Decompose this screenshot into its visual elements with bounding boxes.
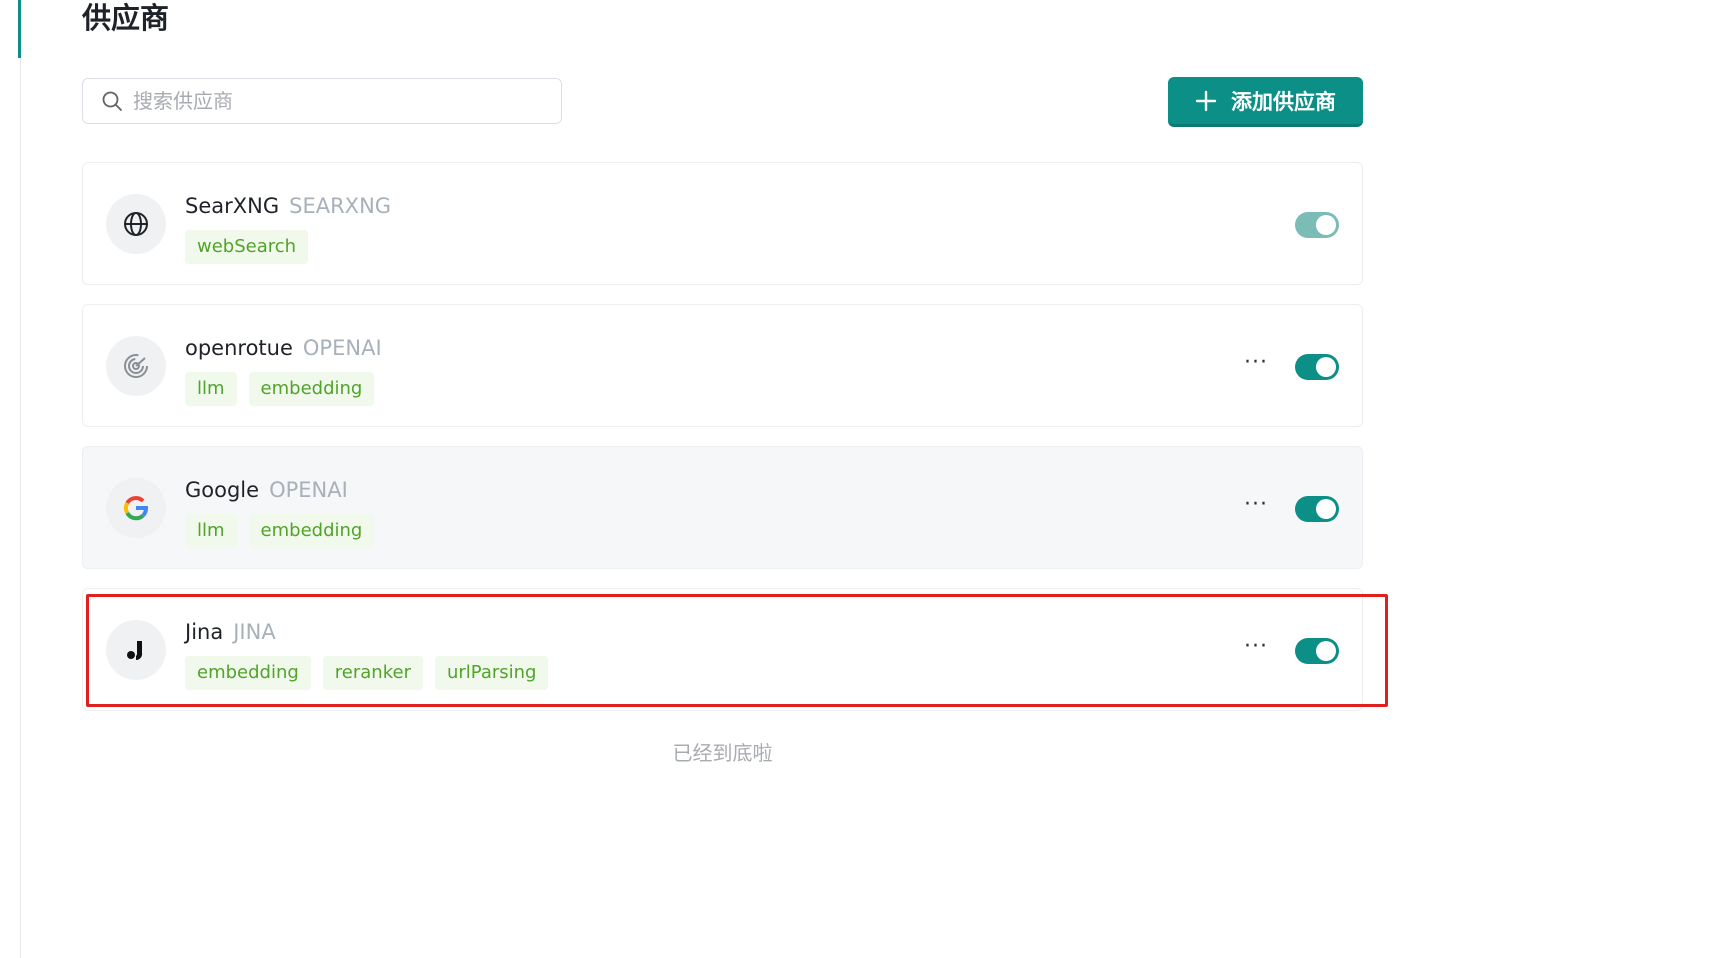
provider-card-openrotue[interactable]: openrotue OPENAI llm embedding ··· bbox=[82, 304, 1363, 427]
provider-title: openrotue OPENAI bbox=[185, 333, 382, 363]
list-end-text: 已经到底啦 bbox=[672, 741, 773, 765]
capability-tag: embedding bbox=[248, 514, 375, 548]
provider-name: Jina bbox=[185, 620, 224, 644]
provider-title: SearXNG SEARXNG bbox=[185, 191, 391, 221]
provider-name: openrotue bbox=[185, 336, 293, 360]
provider-card-searxng[interactable]: SearXNG SEARXNG webSearch bbox=[82, 162, 1363, 285]
add-provider-button[interactable]: 添加供应商 bbox=[1168, 77, 1363, 127]
sidebar-divider bbox=[20, 0, 21, 958]
toggle-knob bbox=[1316, 357, 1336, 377]
search-box[interactable] bbox=[82, 78, 562, 124]
capability-tag: embedding bbox=[185, 656, 311, 690]
capability-tag: embedding bbox=[248, 372, 375, 406]
active-nav-indicator bbox=[18, 0, 21, 58]
capability-tag: reranker bbox=[322, 656, 423, 690]
toggle-knob bbox=[1316, 499, 1336, 519]
provider-avatar bbox=[106, 478, 166, 538]
add-provider-label: 添加供应商 bbox=[1231, 89, 1336, 114]
capability-tags: webSearch bbox=[185, 230, 309, 264]
more-menu-button[interactable]: ··· bbox=[1243, 636, 1269, 661]
capability-tag: llm bbox=[185, 514, 237, 548]
search-input[interactable] bbox=[131, 80, 535, 122]
radar-icon bbox=[124, 354, 148, 378]
capability-tags: llm embedding bbox=[185, 372, 375, 406]
provider-type: OPENAI bbox=[269, 478, 348, 502]
provider-card-jina[interactable]: Jina JINA embedding reranker urlParsing ·… bbox=[82, 588, 1363, 711]
provider-title: Jina JINA bbox=[185, 617, 276, 647]
provider-avatar bbox=[106, 336, 166, 396]
more-menu-button[interactable]: ··· bbox=[1243, 352, 1269, 377]
providers-page: 供应商 添加供应商 SearXNGSEARXNG w bbox=[0, 0, 1727, 958]
toggle-knob bbox=[1316, 641, 1336, 661]
globe-icon bbox=[124, 212, 148, 236]
provider-avatar bbox=[106, 194, 166, 254]
capability-tag: webSearch bbox=[185, 230, 309, 264]
google-logo-icon bbox=[123, 495, 148, 521]
more-menu-button[interactable]: ··· bbox=[1243, 494, 1269, 519]
page-title: 供应商 bbox=[82, 1, 170, 35]
provider-type: JINA bbox=[233, 620, 276, 644]
provider-card-google[interactable]: Google OPENAI llm embedding ··· bbox=[82, 446, 1363, 569]
provider-type: SEARXNG bbox=[289, 194, 392, 218]
capability-tag: llm bbox=[185, 372, 237, 406]
capability-tag: urlParsing bbox=[434, 656, 549, 690]
toggle-knob bbox=[1316, 215, 1336, 235]
provider-avatar bbox=[106, 620, 166, 680]
enable-toggle[interactable] bbox=[1295, 638, 1339, 664]
enable-toggle[interactable] bbox=[1295, 354, 1339, 380]
provider-name: SearXNG bbox=[185, 194, 280, 218]
enable-toggle[interactable] bbox=[1295, 212, 1339, 238]
jina-logo-icon bbox=[127, 641, 143, 661]
capability-tags: llm embedding bbox=[185, 514, 375, 548]
provider-type: OPENAI bbox=[302, 336, 382, 360]
capability-tags: embedding reranker urlParsing bbox=[185, 656, 549, 690]
provider-name: Google bbox=[185, 478, 260, 502]
provider-title: Google OPENAI bbox=[185, 475, 348, 505]
enable-toggle[interactable] bbox=[1295, 496, 1339, 522]
plus-icon bbox=[1195, 90, 1217, 111]
search-icon bbox=[99, 88, 125, 114]
